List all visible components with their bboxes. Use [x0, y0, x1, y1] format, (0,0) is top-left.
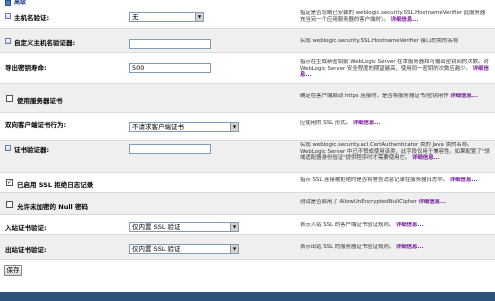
row-ssl-rejection-logging: ✓ 已启用 SSL 拒绝日志记录 指示 SSL 连接被拒绝时是否将警告消息记录在… [0, 173, 495, 193]
save-button[interactable]: 保存 [4, 265, 22, 276]
help-icon[interactable] [5, 13, 11, 19]
row-custom-hostname-verifier: 自定义主机名验证器: 实现 weblogic.security.SSL.Host… [0, 29, 495, 53]
hostname-verification-value: 无 [132, 13, 139, 21]
inbound-cert-more-link[interactable]: 详细信息... [396, 222, 424, 228]
outbound-cert-label: 出站证书验证: [5, 246, 47, 254]
hostname-verification-description: 指定是否忽略已安装的 weblogic.security.SSL.Hostnam… [300, 10, 490, 23]
use-server-cert-checkbox[interactable] [6, 95, 13, 102]
custom-verifier-description: 实现 weblogic.security.SSL.HostnameVerifie… [300, 38, 490, 45]
row-inbound-cert-validation: 入站证书验证: 仅内置 SSL 验证 ▼ 表示入站 SSL 的客户端证书验证规则… [0, 215, 495, 235]
export-key-description: 指示在生成新密钥前 WebLogic Server 在本服务器和可输出密钥间的次… [300, 59, 490, 79]
inbound-cert-desc-text: 表示入站 SSL 的客户端证书验证规则。 [300, 222, 395, 228]
two-way-cert-description: 应使用的 SSL 形式。 详细信息... [300, 120, 490, 127]
dropdown-arrow-icon[interactable]: ▼ [230, 223, 238, 231]
outbound-cert-select[interactable]: 仅内置 SSL 验证 ▼ [129, 244, 239, 254]
use-server-cert-desc-text: 确定在客户端启动 https 连接时，是否将服务器证书/密钥用作 [300, 93, 449, 99]
ssl-log-desc-text: 指示 SSL 连接被拒绝时是否将警告消息记录在服务器日志中。 [300, 177, 449, 183]
use-server-cert-label: 使用服务器证书 [17, 97, 63, 105]
ssl-log-label: 已启用 SSL 拒绝日志记录 [17, 181, 94, 189]
two-way-cert-value: 不请求客户端证书 [132, 123, 184, 131]
use-server-cert-more-link[interactable]: 详细信息... [450, 93, 478, 99]
null-cipher-more-link[interactable]: 详细信息... [418, 199, 446, 205]
hostname-verification-more-link[interactable]: 详细信息... [391, 17, 419, 23]
bottom-bar [0, 292, 495, 301]
cert-authenticator-more-link[interactable]: 详细信息... [412, 155, 440, 161]
row-export-key-lifespan: 导出密钥寿命: 500 指示在生成新密钥前 WebLogic Server 在本… [0, 53, 495, 84]
row-outbound-cert-validation: 出站证书验证: 仅内置 SSL 验证 ▼ 表示出站 SSL 的服务器证书验证规则… [0, 235, 495, 260]
null-cipher-checkbox[interactable] [6, 201, 13, 208]
cert-authenticator-desc-text: 实现 weblogic.security.acl.CertAuthenticat… [300, 142, 490, 162]
dropdown-arrow-icon[interactable]: ▼ [195, 13, 203, 21]
export-key-label: 导出密钥寿命: [5, 64, 47, 72]
ssl-log-more-link[interactable]: 详细信息... [450, 177, 478, 183]
inbound-cert-label: 入站证书验证: [5, 224, 47, 232]
export-key-input[interactable]: 500 [129, 63, 211, 73]
row-two-way-client-cert: 双向客户端证书行为: 不请求客户端证书 ▼ 应使用的 SSL 形式。 详细信息.… [0, 113, 495, 141]
custom-verifier-label: 自定义主机名验证器: [14, 39, 76, 47]
ssl-log-description: 指示 SSL 连接被拒绝时是否将警告消息记录在服务器日志中。 详细信息... [300, 177, 490, 184]
hostname-verification-select[interactable]: 无 ▼ [129, 12, 204, 22]
two-way-cert-more-link[interactable]: 详细信息... [353, 120, 381, 126]
row-hostname-verification: 主机名验证: 无 ▼ 指定是否忽略已安装的 weblogic.security.… [0, 6, 495, 29]
dropdown-arrow-icon[interactable]: ▼ [230, 123, 238, 131]
hostname-verification-label: 主机名验证: [14, 14, 50, 22]
inbound-cert-select[interactable]: 仅内置 SSL 验证 ▼ [129, 222, 239, 232]
row-allow-null-cipher: 允许未加密的 Null 密码 测试是否启用了 AllowUnEncryptedN… [0, 193, 495, 215]
outbound-cert-desc-text: 表示出站 SSL 的服务器证书验证规则。 [300, 244, 395, 250]
export-key-desc-text: 指示在生成新密钥前 WebLogic Server 在本服务器和可输出密钥间的次… [300, 59, 489, 72]
null-cipher-desc-text: 测试是否启用了 AllowUnEncryptedNullCipher [300, 199, 417, 205]
two-way-cert-select[interactable]: 不请求客户端证书 ▼ [129, 122, 239, 132]
custom-verifier-input[interactable] [129, 39, 211, 49]
outbound-cert-value: 仅内置 SSL 验证 [132, 245, 181, 253]
custom-verifier-desc-text: 实现 weblogic.security.SSL.HostnameVerifie… [300, 38, 459, 44]
outbound-cert-more-link[interactable]: 详细信息... [396, 244, 424, 250]
cert-authenticator-description: 实现 weblogic.security.acl.CertAuthenticat… [300, 142, 490, 162]
row-use-server-certificate: 使用服务器证书 确定在客户端启动 https 连接时，是否将服务器证书/密钥用作… [0, 84, 495, 113]
cert-authenticator-input[interactable] [129, 144, 211, 154]
row-cert-authenticator: 证书验证器: 实现 weblogic.security.acl.CertAuth… [0, 141, 495, 173]
use-server-cert-description: 确定在客户端启动 https 连接时，是否将服务器证书/密钥用作 详细信息... [300, 93, 490, 100]
help-icon[interactable] [5, 145, 11, 151]
inbound-cert-value: 仅内置 SSL 验证 [132, 223, 181, 231]
outbound-cert-description: 表示出站 SSL 的服务器证书验证规则。 详细信息... [300, 244, 490, 251]
inbound-cert-description: 表示入站 SSL 的客户端证书验证规则。 详细信息... [300, 222, 490, 229]
two-way-cert-label: 双向客户端证书行为: [5, 121, 67, 129]
cert-authenticator-label: 证书验证器: [14, 146, 50, 154]
dropdown-arrow-icon[interactable]: ▼ [230, 245, 238, 253]
two-way-cert-desc-text: 应使用的 SSL 形式。 [300, 120, 352, 126]
null-cipher-label: 允许未加密的 Null 密码 [17, 203, 89, 211]
ssl-log-checkbox[interactable]: ✓ [6, 179, 13, 186]
null-cipher-description: 测试是否启用了 AllowUnEncryptedNullCipher 详细信息.… [300, 199, 490, 206]
help-icon[interactable] [5, 38, 11, 44]
